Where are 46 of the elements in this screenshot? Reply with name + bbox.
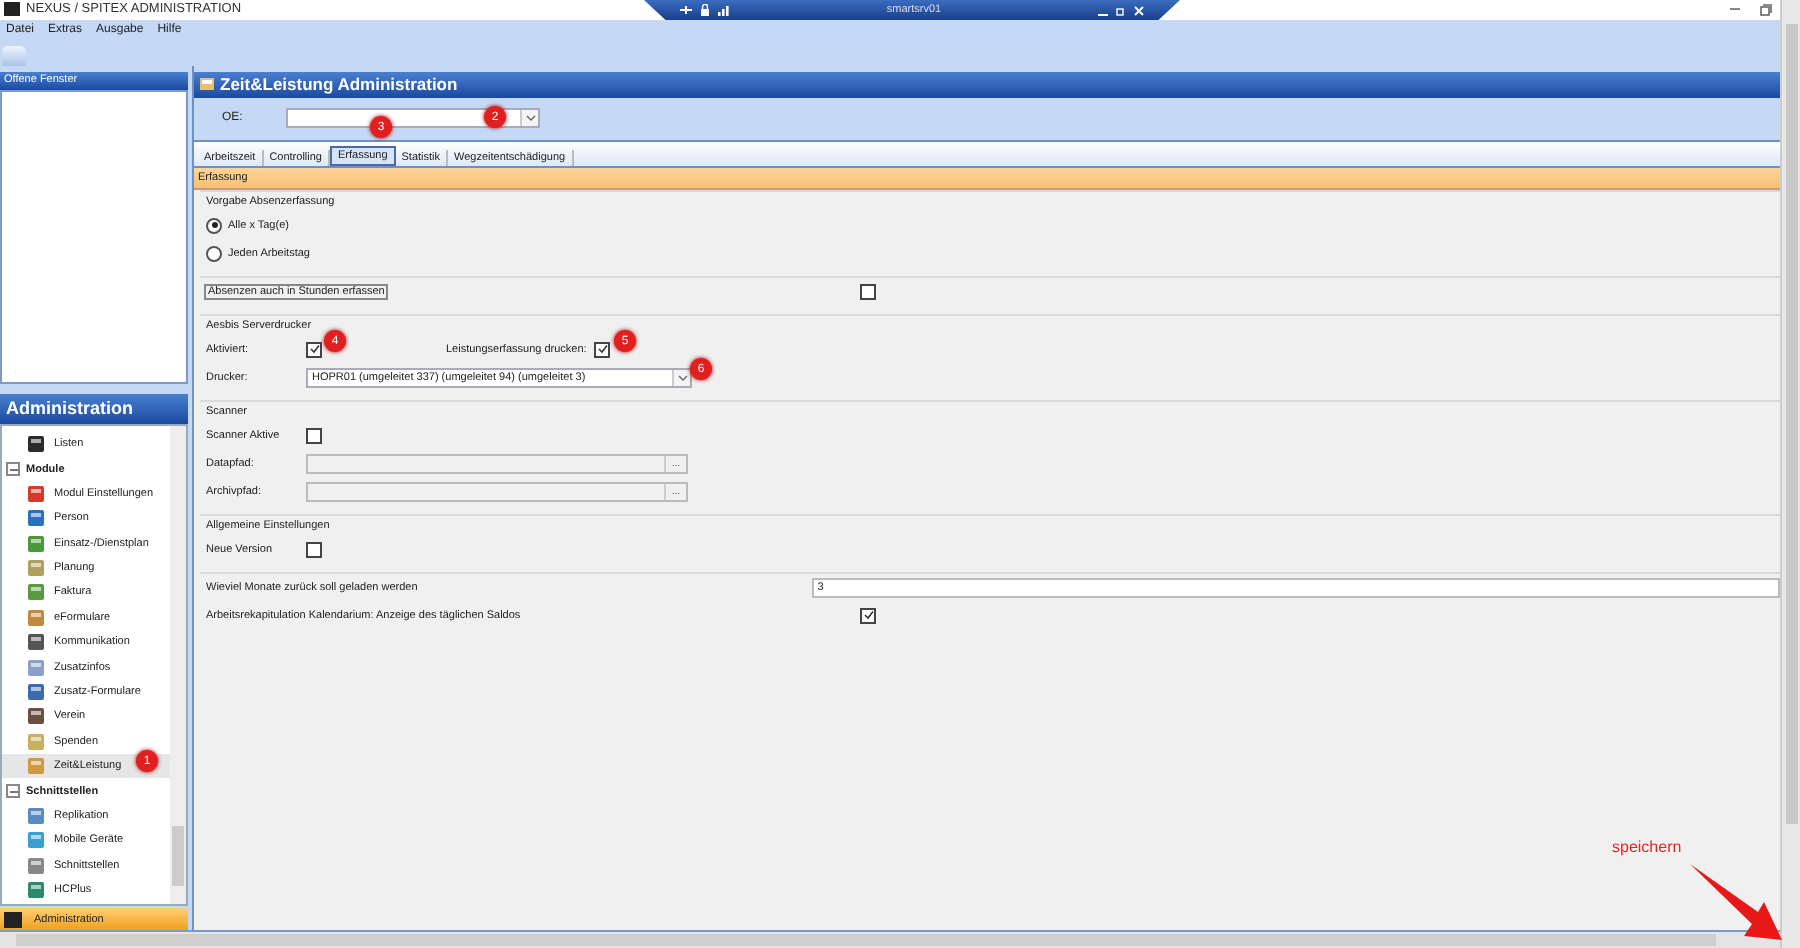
module-icon [26,706,46,727]
module-icon [26,533,46,554]
checkbox[interactable] [594,341,611,358]
checkbox[interactable] [306,341,322,358]
scrollbar[interactable] [1780,0,1800,948]
pin-icon[interactable] [680,4,692,16]
radio-button[interactable] [206,245,222,262]
minimize-icon[interactable] [1730,4,1740,15]
scrollbar[interactable] [170,425,186,905]
radio-button[interactable] [206,217,222,234]
module-icon [26,434,46,455]
module-icon [26,657,46,678]
module-icon [26,805,46,826]
signal-icon [718,4,730,16]
checkbox[interactable] [306,541,322,558]
module-icon [26,632,46,653]
checkbox[interactable] [306,427,322,444]
module-icon [26,880,46,901]
app-logo-icon [4,911,22,928]
app-logo-icon [4,2,20,17]
close-icon[interactable] [1133,5,1144,15]
caret-icon [677,373,687,382]
oe-dropdown[interactable] [286,108,541,129]
caret-icon [525,114,536,123]
expander-icon[interactable] [6,462,20,477]
checkbox[interactable] [860,283,876,300]
module-icon [26,508,46,529]
module-icon [26,607,46,628]
panel-header: Administration [0,393,188,424]
document-title: Zeit&Leistung Administration [194,71,1780,98]
module-icon [26,830,46,851]
module-icon [26,582,46,603]
expander-icon[interactable] [6,784,20,799]
window-icon [200,78,214,91]
module-icon [26,855,46,876]
checkbox[interactable] [860,607,876,624]
callout-label: speichern [1612,838,1682,856]
lock-icon[interactable] [700,4,710,16]
module-icon [26,731,46,752]
module-icon [26,756,46,777]
restore-icon[interactable] [1760,3,1772,16]
callout-arrow [1690,864,1784,944]
scrollbar[interactable] [0,930,1780,948]
module-icon [26,558,46,579]
module-icon [26,682,46,703]
module-icon [26,483,46,504]
